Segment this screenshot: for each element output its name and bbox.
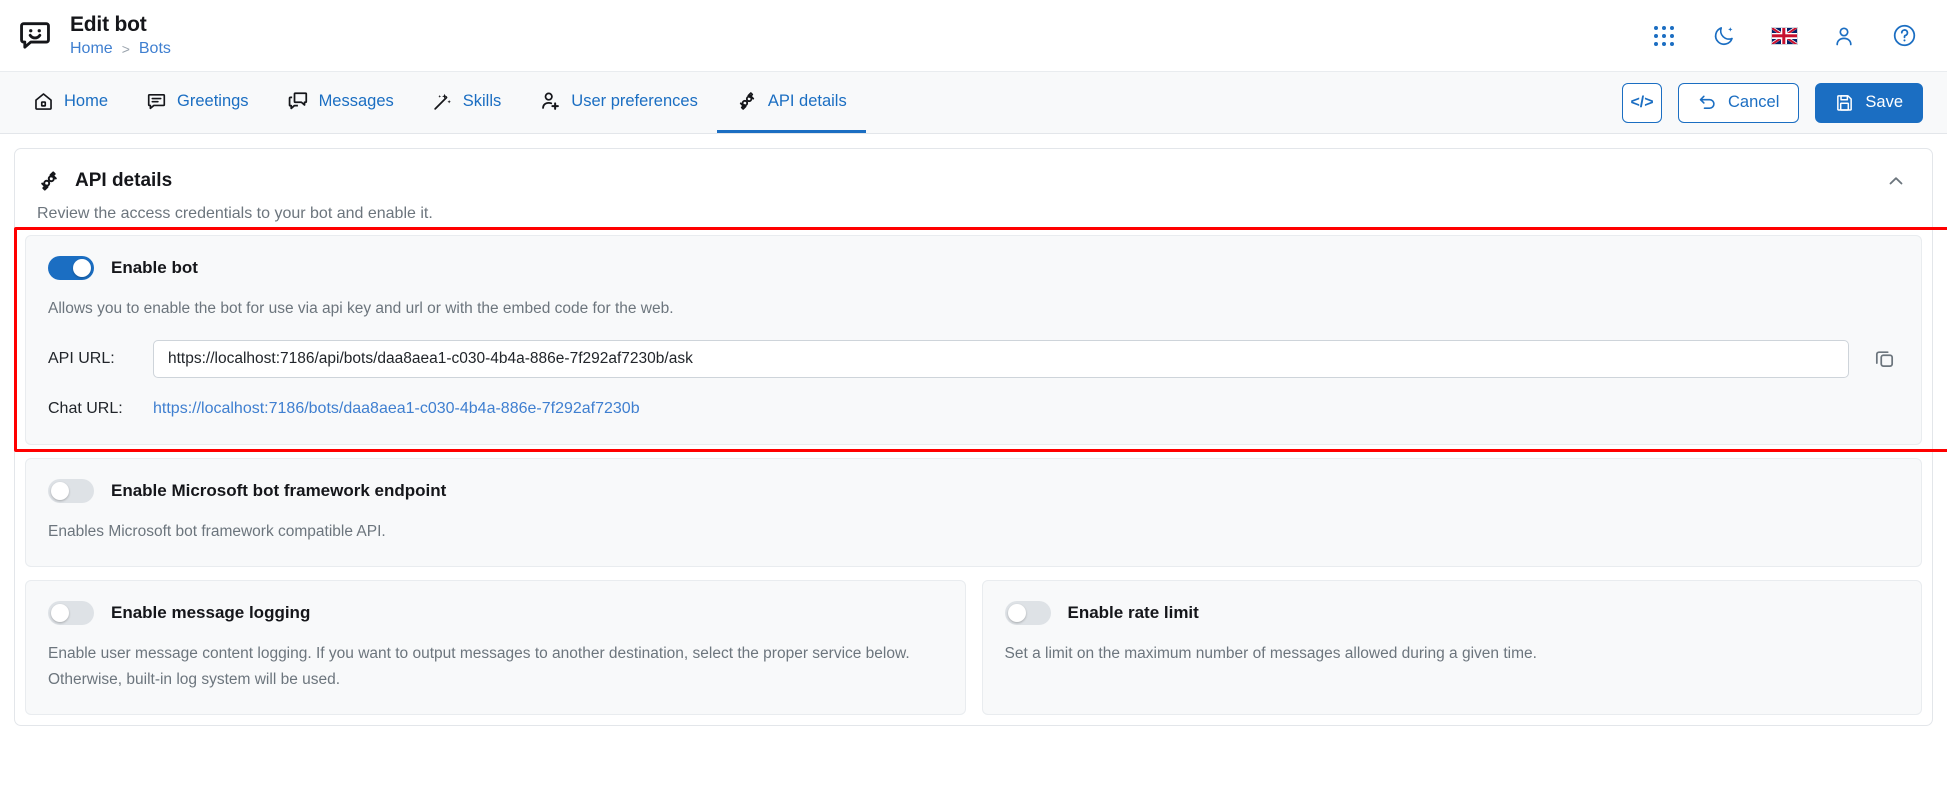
tab-label: Greetings	[177, 91, 249, 110]
undo-arrow-icon	[1698, 93, 1717, 112]
messages-icon	[287, 90, 309, 112]
help-circle-icon[interactable]	[1889, 21, 1919, 51]
tab-label: Messages	[318, 91, 394, 110]
moon-dark-mode-icon[interactable]	[1709, 21, 1739, 51]
tab-label: Skills	[462, 91, 502, 110]
home-icon	[33, 91, 54, 112]
rate-limit-label: Enable rate limit	[1067, 603, 1199, 623]
tab-bar: Home Greetings Messages Skills User pref…	[0, 72, 1947, 134]
api-details-panel-header: API details	[15, 149, 1932, 205]
toggle-knob	[51, 604, 69, 623]
enable-bot-toggle-row: Enable bot	[48, 256, 1899, 280]
api-url-input[interactable]	[153, 339, 1849, 378]
api-url-label: API URL:	[48, 349, 115, 367]
header-icons	[1649, 21, 1919, 51]
chat-url-link[interactable]: https://localhost:7186/bots/daa8aea1-c03…	[153, 400, 640, 418]
toggle-knob	[1007, 604, 1026, 623]
api-details-panel: API details Review the access credential…	[14, 148, 1947, 727]
rate-limit-card: Enable rate limit Set a limit on the max…	[981, 580, 1922, 716]
ms-framework-label: Enable Microsoft bot framework endpoint	[111, 480, 447, 500]
rate-limit-toggle-row: Enable rate limit	[1004, 601, 1900, 626]
message-logging-toggle-row: Enable message logging	[48, 601, 943, 626]
enable-bot-label: Enable bot	[111, 258, 198, 277]
page-body: API details Review the access credential…	[0, 134, 1947, 727]
toggle-knob	[51, 481, 69, 500]
rate-limit-description: Set a limit on the maximum number of mes…	[1004, 645, 1537, 663]
toggle-knob	[73, 259, 91, 277]
brand: Edit bot Home > Bots	[14, 13, 171, 57]
breadcrumb-separator: >	[121, 40, 130, 57]
breadcrumb-bots[interactable]: Bots	[139, 40, 171, 58]
ms-framework-toggle[interactable]	[48, 478, 94, 503]
cancel-button-label: Cancel	[1728, 93, 1780, 111]
tab-api-details[interactable]: API details	[716, 72, 866, 133]
save-button-label: Save	[1865, 93, 1903, 111]
rate-limit-toggle[interactable]	[1004, 601, 1051, 626]
ms-framework-toggle-row: Enable Microsoft bot framework endpoint	[48, 478, 1899, 503]
user-settings-icon	[539, 90, 561, 112]
embed-code-button[interactable]: </>	[1622, 82, 1663, 123]
message-logging-card: Enable message logging Enable user messa…	[25, 580, 966, 716]
panel-body: Enable bot Allows you to enable the bot …	[14, 227, 1947, 725]
tab-home[interactable]: Home	[14, 72, 127, 133]
uk-flag-icon[interactable]	[1769, 21, 1799, 51]
ms-framework-description: Enables Microsoft bot framework compatib…	[48, 522, 386, 540]
chat-url-label: Chat URL:	[48, 399, 123, 417]
tab-label: API details	[767, 91, 847, 110]
plug-connect-icon	[37, 169, 61, 193]
apps-grid-icon[interactable]	[1649, 21, 1679, 51]
tab-label: User preferences	[571, 91, 698, 110]
tab-skills[interactable]: Skills	[413, 72, 521, 133]
save-button[interactable]: Save	[1815, 82, 1923, 123]
chat-bubble-smiley-icon	[14, 14, 56, 56]
ms-framework-card: Enable Microsoft bot framework endpoint …	[25, 457, 1922, 568]
copy-icon[interactable]	[1869, 344, 1899, 374]
cancel-button[interactable]: Cancel	[1678, 82, 1800, 123]
chevron-up-icon[interactable]	[1882, 167, 1910, 195]
app-header: Edit bot Home > Bots	[0, 0, 1947, 72]
enable-bot-description: Allows you to enable the bot for use via…	[48, 300, 674, 317]
tab-messages[interactable]: Messages	[268, 72, 413, 133]
bottom-cards-row: Enable message logging Enable user messa…	[25, 580, 1922, 716]
tab-greetings[interactable]: Greetings	[127, 72, 268, 133]
breadcrumb-home[interactable]: Home	[70, 40, 113, 58]
message-logging-description: Enable user message content logging. If …	[48, 645, 910, 688]
tab-user-preferences[interactable]: User preferences	[520, 72, 717, 133]
code-brackets-icon: </>	[1630, 93, 1654, 111]
enable-bot-toggle[interactable]	[48, 256, 94, 280]
chat-bubble-icon	[146, 91, 167, 112]
tabs: Home Greetings Messages Skills User pref…	[14, 72, 866, 133]
user-account-icon[interactable]	[1829, 21, 1859, 51]
tab-label: Home	[64, 91, 109, 110]
chat-url-row: Chat URL: https://localhost:7186/bots/da…	[48, 400, 1899, 418]
tab-spacer	[866, 72, 1622, 133]
panel-title: API details	[75, 170, 173, 191]
enable-bot-card: Enable bot Allows you to enable the bot …	[14, 227, 1947, 452]
save-floppy-icon	[1835, 93, 1854, 112]
plug-connect-icon	[736, 90, 758, 112]
api-url-row: API URL:	[48, 339, 1899, 378]
panel-subtitle: Review the access credentials to your bo…	[37, 205, 433, 222]
tab-actions: </> Cancel Save	[1622, 72, 1923, 133]
page-title: Edit bot	[70, 13, 147, 37]
message-logging-label: Enable message logging	[111, 603, 311, 623]
breadcrumb: Home > Bots	[70, 40, 171, 58]
magic-wand-icon	[432, 91, 453, 112]
message-logging-toggle[interactable]	[48, 601, 94, 626]
